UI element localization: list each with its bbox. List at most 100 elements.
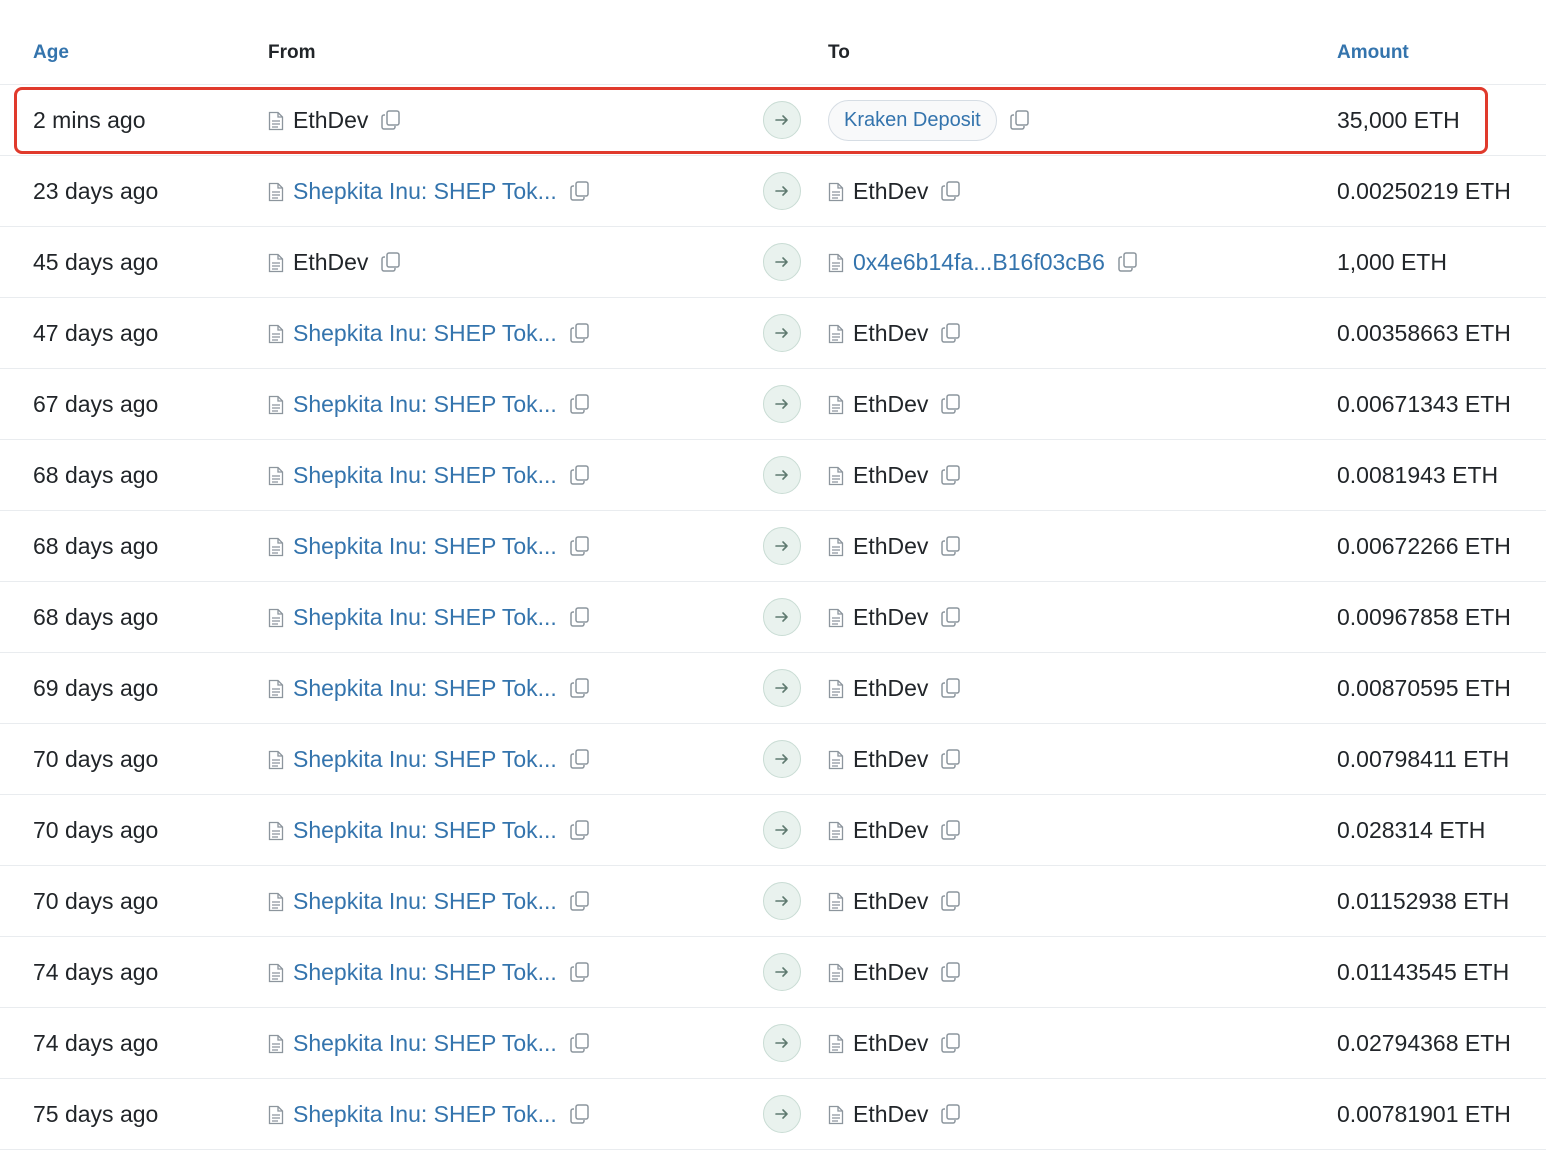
copy-icon[interactable] xyxy=(569,748,591,770)
from-address[interactable]: Shepkita Inu: SHEP Tok... xyxy=(293,1030,557,1057)
to-address: EthDev xyxy=(853,532,929,559)
direction-cell xyxy=(763,227,801,297)
from-cell: Shepkita Inu: SHEP Tok... xyxy=(268,1079,591,1149)
document-icon xyxy=(828,465,844,486)
arrow-right-icon xyxy=(763,1095,801,1133)
from-cell: Shepkita Inu: SHEP Tok... xyxy=(268,582,591,652)
age-cell: 23 days ago xyxy=(33,177,159,204)
copy-icon[interactable] xyxy=(940,961,962,983)
copy-icon[interactable] xyxy=(569,961,591,983)
copy-icon[interactable] xyxy=(1117,251,1139,273)
from-address[interactable]: Shepkita Inu: SHEP Tok... xyxy=(293,462,557,489)
to-cell: EthDev xyxy=(828,369,962,439)
copy-icon[interactable] xyxy=(940,464,962,486)
table-row: 47 days ago Shepkita Inu: SHEP Tok... EthD… xyxy=(0,298,1546,369)
direction-cell xyxy=(763,440,801,510)
copy-icon[interactable] xyxy=(940,1032,962,1054)
table-row: 70 days ago Shepkita Inu: SHEP Tok... EthD… xyxy=(0,866,1546,937)
copy-icon[interactable] xyxy=(940,535,962,557)
table-row: 70 days ago Shepkita Inu: SHEP Tok... EthD… xyxy=(0,795,1546,866)
copy-icon[interactable] xyxy=(569,464,591,486)
copy-icon[interactable] xyxy=(940,322,962,344)
arrow-right-icon xyxy=(763,1024,801,1062)
copy-icon[interactable] xyxy=(569,180,591,202)
from-address[interactable]: Shepkita Inu: SHEP Tok... xyxy=(293,817,557,844)
document-icon xyxy=(828,181,844,202)
amount-cell: 0.00672266 ETH xyxy=(1337,532,1511,559)
copy-icon[interactable] xyxy=(569,819,591,841)
to-address: EthDev xyxy=(853,177,929,204)
from-cell: Shepkita Inu: SHEP Tok... xyxy=(268,511,591,581)
copy-icon[interactable] xyxy=(940,890,962,912)
amount-cell: 0.00967858 ETH xyxy=(1337,603,1511,630)
from-address[interactable]: Shepkita Inu: SHEP Tok... xyxy=(293,888,557,915)
document-icon xyxy=(268,1104,284,1125)
copy-icon[interactable] xyxy=(1009,109,1031,131)
arrow-right-icon xyxy=(763,456,801,494)
copy-icon[interactable] xyxy=(569,606,591,628)
copy-icon[interactable] xyxy=(940,819,962,841)
from-address[interactable]: Shepkita Inu: SHEP Tok... xyxy=(293,959,557,986)
table-row: 74 days ago Shepkita Inu: SHEP Tok... EthD… xyxy=(0,1008,1546,1079)
document-icon xyxy=(268,749,284,770)
document-icon xyxy=(828,962,844,983)
to-address-tag[interactable]: Kraken Deposit xyxy=(828,99,997,141)
document-icon xyxy=(268,323,284,344)
amount-column-header[interactable]: Amount xyxy=(1337,40,1409,66)
to-address: EthDev xyxy=(853,603,929,630)
to-address[interactable]: 0x4e6b14fa...B16f03cB6 xyxy=(853,249,1105,276)
from-address[interactable]: Shepkita Inu: SHEP Tok... xyxy=(293,391,557,418)
age-cell: 68 days ago xyxy=(33,603,159,630)
document-icon xyxy=(828,323,844,344)
arrow-right-icon xyxy=(763,740,801,778)
copy-icon[interactable] xyxy=(380,251,402,273)
to-address: EthDev xyxy=(853,461,929,488)
to-cell: EthDev xyxy=(828,653,962,723)
from-address[interactable]: Shepkita Inu: SHEP Tok... xyxy=(293,675,557,702)
amount-cell: 0.00358663 ETH xyxy=(1337,319,1511,346)
age-column-header[interactable]: Age xyxy=(33,40,69,66)
age-cell: 75 days ago xyxy=(33,1100,159,1127)
from-address[interactable]: Shepkita Inu: SHEP Tok... xyxy=(293,320,557,347)
direction-cell xyxy=(763,937,801,1007)
from-address: EthDev xyxy=(293,106,369,133)
age-cell: 74 days ago xyxy=(33,958,159,985)
copy-icon[interactable] xyxy=(940,1103,962,1125)
from-address[interactable]: Shepkita Inu: SHEP Tok... xyxy=(293,1101,557,1128)
copy-icon[interactable] xyxy=(569,535,591,557)
age-cell: 45 days ago xyxy=(33,248,159,275)
copy-icon[interactable] xyxy=(940,393,962,415)
copy-icon[interactable] xyxy=(940,677,962,699)
direction-cell xyxy=(763,724,801,794)
from-cell: Shepkita Inu: SHEP Tok... xyxy=(268,440,591,510)
document-icon xyxy=(268,536,284,557)
copy-icon[interactable] xyxy=(569,890,591,912)
document-icon xyxy=(268,465,284,486)
from-cell: Shepkita Inu: SHEP Tok... xyxy=(268,866,591,936)
amount-cell: 0.00250219 ETH xyxy=(1337,177,1511,204)
copy-icon[interactable] xyxy=(940,748,962,770)
from-cell: Shepkita Inu: SHEP Tok... xyxy=(268,724,591,794)
from-address[interactable]: Shepkita Inu: SHEP Tok... xyxy=(293,604,557,631)
copy-icon[interactable] xyxy=(940,180,962,202)
document-icon xyxy=(268,962,284,983)
copy-icon[interactable] xyxy=(569,393,591,415)
from-address[interactable]: Shepkita Inu: SHEP Tok... xyxy=(293,178,557,205)
to-address: EthDev xyxy=(853,1100,929,1127)
direction-cell xyxy=(763,866,801,936)
copy-icon[interactable] xyxy=(569,677,591,699)
to-cell: Kraken Deposit xyxy=(828,85,1031,155)
copy-icon[interactable] xyxy=(569,1032,591,1054)
copy-icon[interactable] xyxy=(569,322,591,344)
copy-icon[interactable] xyxy=(940,606,962,628)
from-address[interactable]: Shepkita Inu: SHEP Tok... xyxy=(293,533,557,560)
document-icon xyxy=(828,394,844,415)
copy-icon[interactable] xyxy=(569,1103,591,1125)
copy-icon[interactable] xyxy=(380,109,402,131)
from-address[interactable]: Shepkita Inu: SHEP Tok... xyxy=(293,746,557,773)
document-icon xyxy=(828,1033,844,1054)
age-cell: 2 mins ago xyxy=(33,106,146,133)
document-icon xyxy=(828,891,844,912)
document-icon xyxy=(268,110,284,131)
direction-cell xyxy=(763,1079,801,1149)
